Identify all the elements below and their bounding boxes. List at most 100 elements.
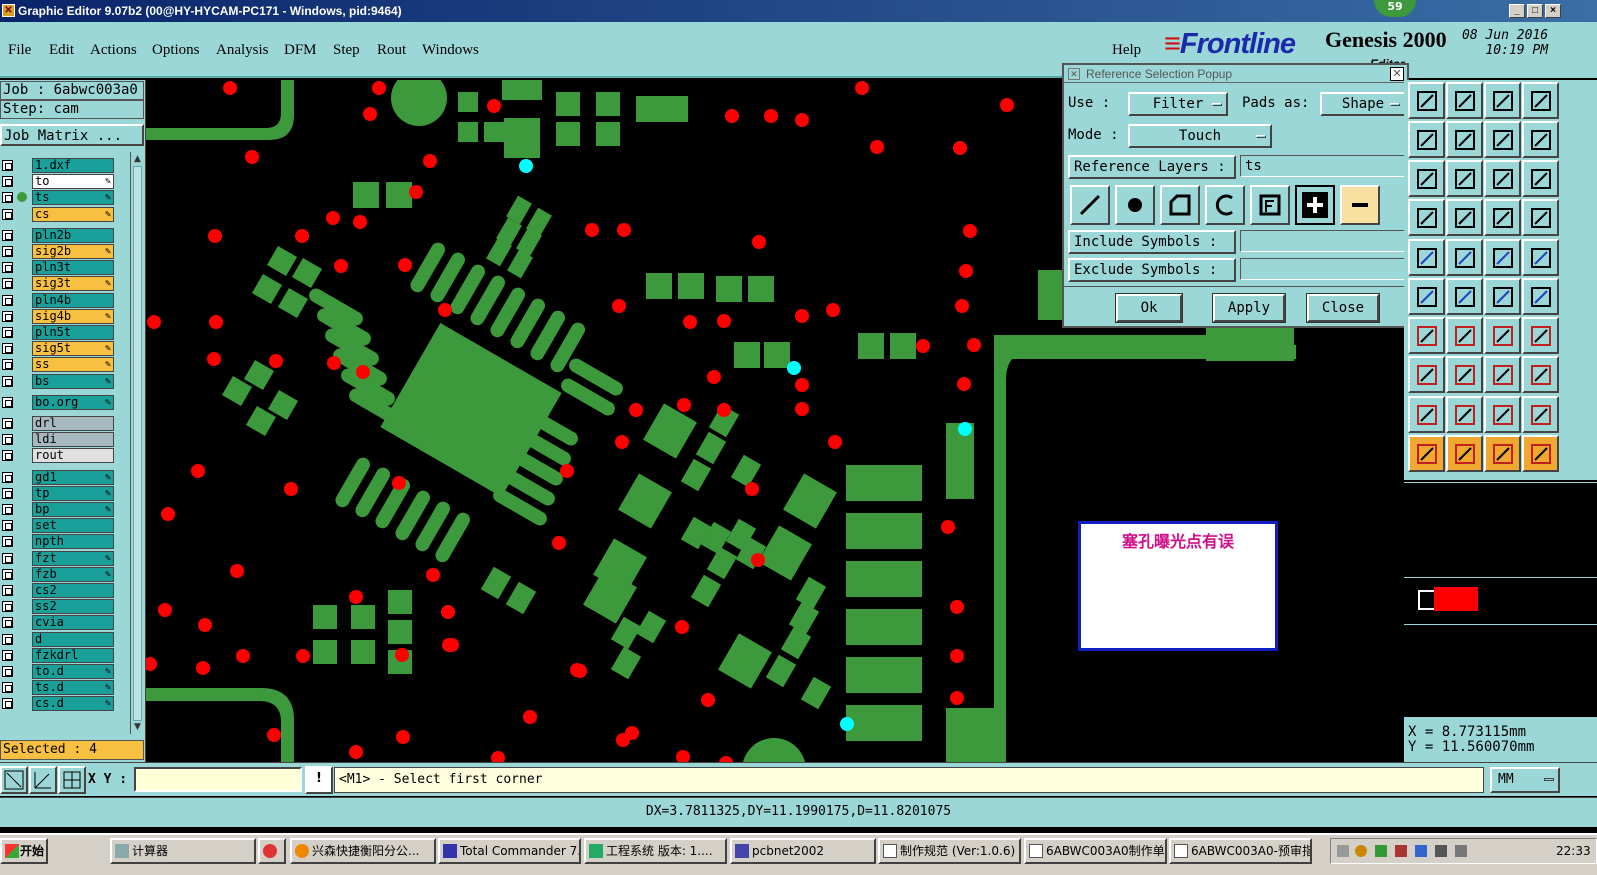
layer-checkbox[interactable] [2, 343, 13, 355]
include-symbols-input[interactable] [1240, 230, 1406, 252]
task-app[interactable] [258, 838, 286, 864]
layer-row[interactable]: cvia [0, 615, 130, 631]
layer-name[interactable]: rout [32, 448, 114, 464]
layer-name[interactable]: fzkdrl [32, 647, 114, 663]
layer-checkbox[interactable] [2, 520, 13, 532]
connect-icon[interactable] [1408, 278, 1445, 315]
layer-scrollbar[interactable]: ▲ ▼ [130, 152, 143, 734]
probe-icon[interactable] [1446, 199, 1483, 236]
help-icon[interactable] [1522, 160, 1559, 197]
scroll-thumb[interactable] [133, 166, 142, 721]
layer-row[interactable]: drl [0, 416, 130, 431]
popup-close-icon[interactable]: ✕ [1390, 67, 1404, 81]
select3-icon[interactable] [1484, 435, 1521, 472]
home-icon[interactable] [1484, 82, 1521, 119]
step-icon[interactable] [1522, 121, 1559, 158]
layer-checkbox[interactable] [2, 229, 13, 241]
arc-tool[interactable] [1205, 185, 1245, 225]
layer-name[interactable]: ss2 [32, 599, 114, 615]
task-calculator[interactable]: 计算器 [110, 838, 256, 864]
window-icon[interactable] [1522, 82, 1559, 119]
menu-rout[interactable]: Rout [377, 42, 406, 59]
layer-checkbox[interactable] [2, 536, 13, 548]
scroll-down-icon[interactable]: ▼ [132, 721, 143, 733]
ruler-icon[interactable] [1484, 239, 1521, 276]
layer-name[interactable]: gd1 ✎ [32, 469, 114, 485]
tray-icon[interactable] [1455, 845, 1467, 857]
layer-name[interactable]: pln4b [32, 292, 114, 308]
use-dropdown[interactable]: Filter [1128, 92, 1228, 116]
menu-actions[interactable]: Actions [90, 42, 137, 59]
layer-name[interactable]: cs ✎ [32, 206, 114, 222]
text-tool[interactable] [1250, 185, 1290, 225]
layer-row[interactable]: to ✎ [0, 174, 130, 190]
layer-row[interactable]: pln5t [0, 325, 130, 340]
layer-row[interactable]: cs2 [0, 583, 130, 598]
layer-name[interactable]: set [32, 518, 114, 534]
layer-checkbox[interactable] [2, 262, 13, 274]
layer-icon[interactable] [1522, 356, 1559, 393]
menu-analysis[interactable]: Analysis [216, 42, 269, 59]
cross-icon[interactable] [1446, 278, 1483, 315]
task-total-commander[interactable]: Total Commander 7.0 ... [438, 838, 581, 864]
layer-checkbox[interactable] [2, 278, 13, 290]
layer-name[interactable]: ss ✎ [32, 357, 114, 373]
line-tool[interactable] [1070, 185, 1110, 225]
popup-menu-icon[interactable]: ✕ [1068, 68, 1080, 80]
tray-icon[interactable] [1355, 845, 1367, 857]
layer-checkbox[interactable] [2, 504, 13, 515]
layer-checkbox[interactable] [2, 294, 13, 306]
layer-name[interactable]: ldi [32, 432, 114, 448]
start-button[interactable]: 开始 [0, 838, 48, 864]
layer-row[interactable]: pln2b [0, 227, 130, 243]
layer-checkbox[interactable] [2, 208, 13, 220]
alert-button[interactable]: ! [305, 766, 333, 794]
task-order[interactable]: 6ABWC003A0制作单.... [1024, 838, 1167, 864]
grid-icon[interactable] [58, 766, 86, 794]
layer-checkbox[interactable] [2, 682, 13, 694]
select4-icon[interactable] [1522, 435, 1559, 472]
layer-row[interactable]: d [0, 631, 130, 647]
line-icon[interactable] [1446, 317, 1483, 354]
layer-checkbox[interactable] [2, 568, 13, 580]
layer-row[interactable]: npth [0, 534, 130, 550]
positive-polarity-tool[interactable] [1295, 185, 1335, 225]
layer-checkbox[interactable] [2, 192, 13, 204]
apply-button[interactable]: Apply [1213, 294, 1285, 322]
layer-checkbox[interactable] [2, 434, 13, 446]
layer-checkbox[interactable] [2, 396, 13, 408]
tray-icon[interactable] [1337, 845, 1349, 857]
scroll-up-icon[interactable]: ▲ [132, 153, 143, 165]
layer-row[interactable]: sig3t ✎ [0, 276, 130, 292]
layer-row[interactable]: ts.d ✎ [0, 680, 130, 696]
layer-row[interactable]: bs ✎ [0, 373, 130, 389]
layer-row[interactable]: cs ✎ [0, 206, 130, 222]
layer-name[interactable]: ts.d ✎ [32, 680, 114, 696]
feature-icon[interactable] [1522, 317, 1559, 354]
net-icon[interactable] [1484, 199, 1521, 236]
layer-name[interactable]: to.d ✎ [32, 664, 114, 679]
minimize-button[interactable]: _ [1509, 4, 1525, 18]
task-spec[interactable]: 制作规范 (Ver:1.0.6) [878, 838, 1021, 864]
layer-name[interactable]: sig2b ✎ [32, 244, 114, 259]
tray-icon[interactable] [1375, 845, 1387, 857]
layer-row[interactable]: sig2b ✎ [0, 244, 130, 259]
route2-icon[interactable] [1522, 278, 1559, 315]
layer-name[interactable]: cs.d ✎ [32, 696, 114, 712]
layer-name[interactable]: bp ✎ [32, 502, 114, 517]
layer-name[interactable]: 1.dxf [32, 158, 114, 173]
layer-checkbox[interactable] [2, 310, 13, 322]
layer-checkbox[interactable] [2, 552, 13, 564]
task-pcbnet[interactable]: pcbnet2002 [730, 838, 876, 864]
layer-checkbox[interactable] [2, 327, 13, 338]
layer-name[interactable]: pln2b [32, 227, 114, 243]
net2-icon[interactable] [1522, 199, 1559, 236]
close-popup-button[interactable]: Close [1307, 294, 1379, 322]
ok-button[interactable]: Ok [1116, 294, 1182, 322]
zoom-box-icon[interactable] [0, 766, 28, 794]
layer-row[interactable]: ts ✎ [0, 190, 130, 206]
layer-row[interactable]: rout [0, 448, 130, 464]
layer-row[interactable]: fzb ✎ [0, 566, 130, 582]
layer-checkbox[interactable] [2, 617, 13, 629]
layer-checkbox[interactable] [2, 359, 13, 371]
